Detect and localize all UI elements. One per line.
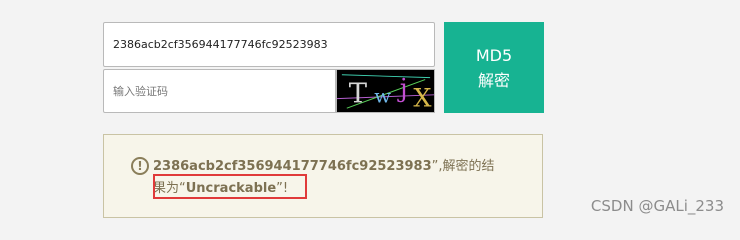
svg-text:X: X: [413, 84, 431, 113]
svg-text:w: w: [374, 85, 391, 108]
watermark: CSDN @GALi_233: [590, 197, 724, 215]
result-hash: 2386acb2cf356944177746fc92523983: [153, 159, 432, 174]
captcha-input[interactable]: [103, 69, 336, 113]
exclamation-circle-icon: !: [131, 157, 149, 175]
captcha-image[interactable]: T w j X: [336, 69, 435, 113]
highlight-annotation-box: [153, 174, 307, 199]
svg-text:T: T: [349, 79, 367, 110]
decrypt-button-label-line2: 解密: [477, 70, 510, 90]
md5-decrypt-button[interactable]: MD5 解密: [444, 22, 544, 113]
hash-input[interactable]: [103, 22, 435, 67]
decrypt-button-label-line1: MD5: [475, 45, 513, 65]
